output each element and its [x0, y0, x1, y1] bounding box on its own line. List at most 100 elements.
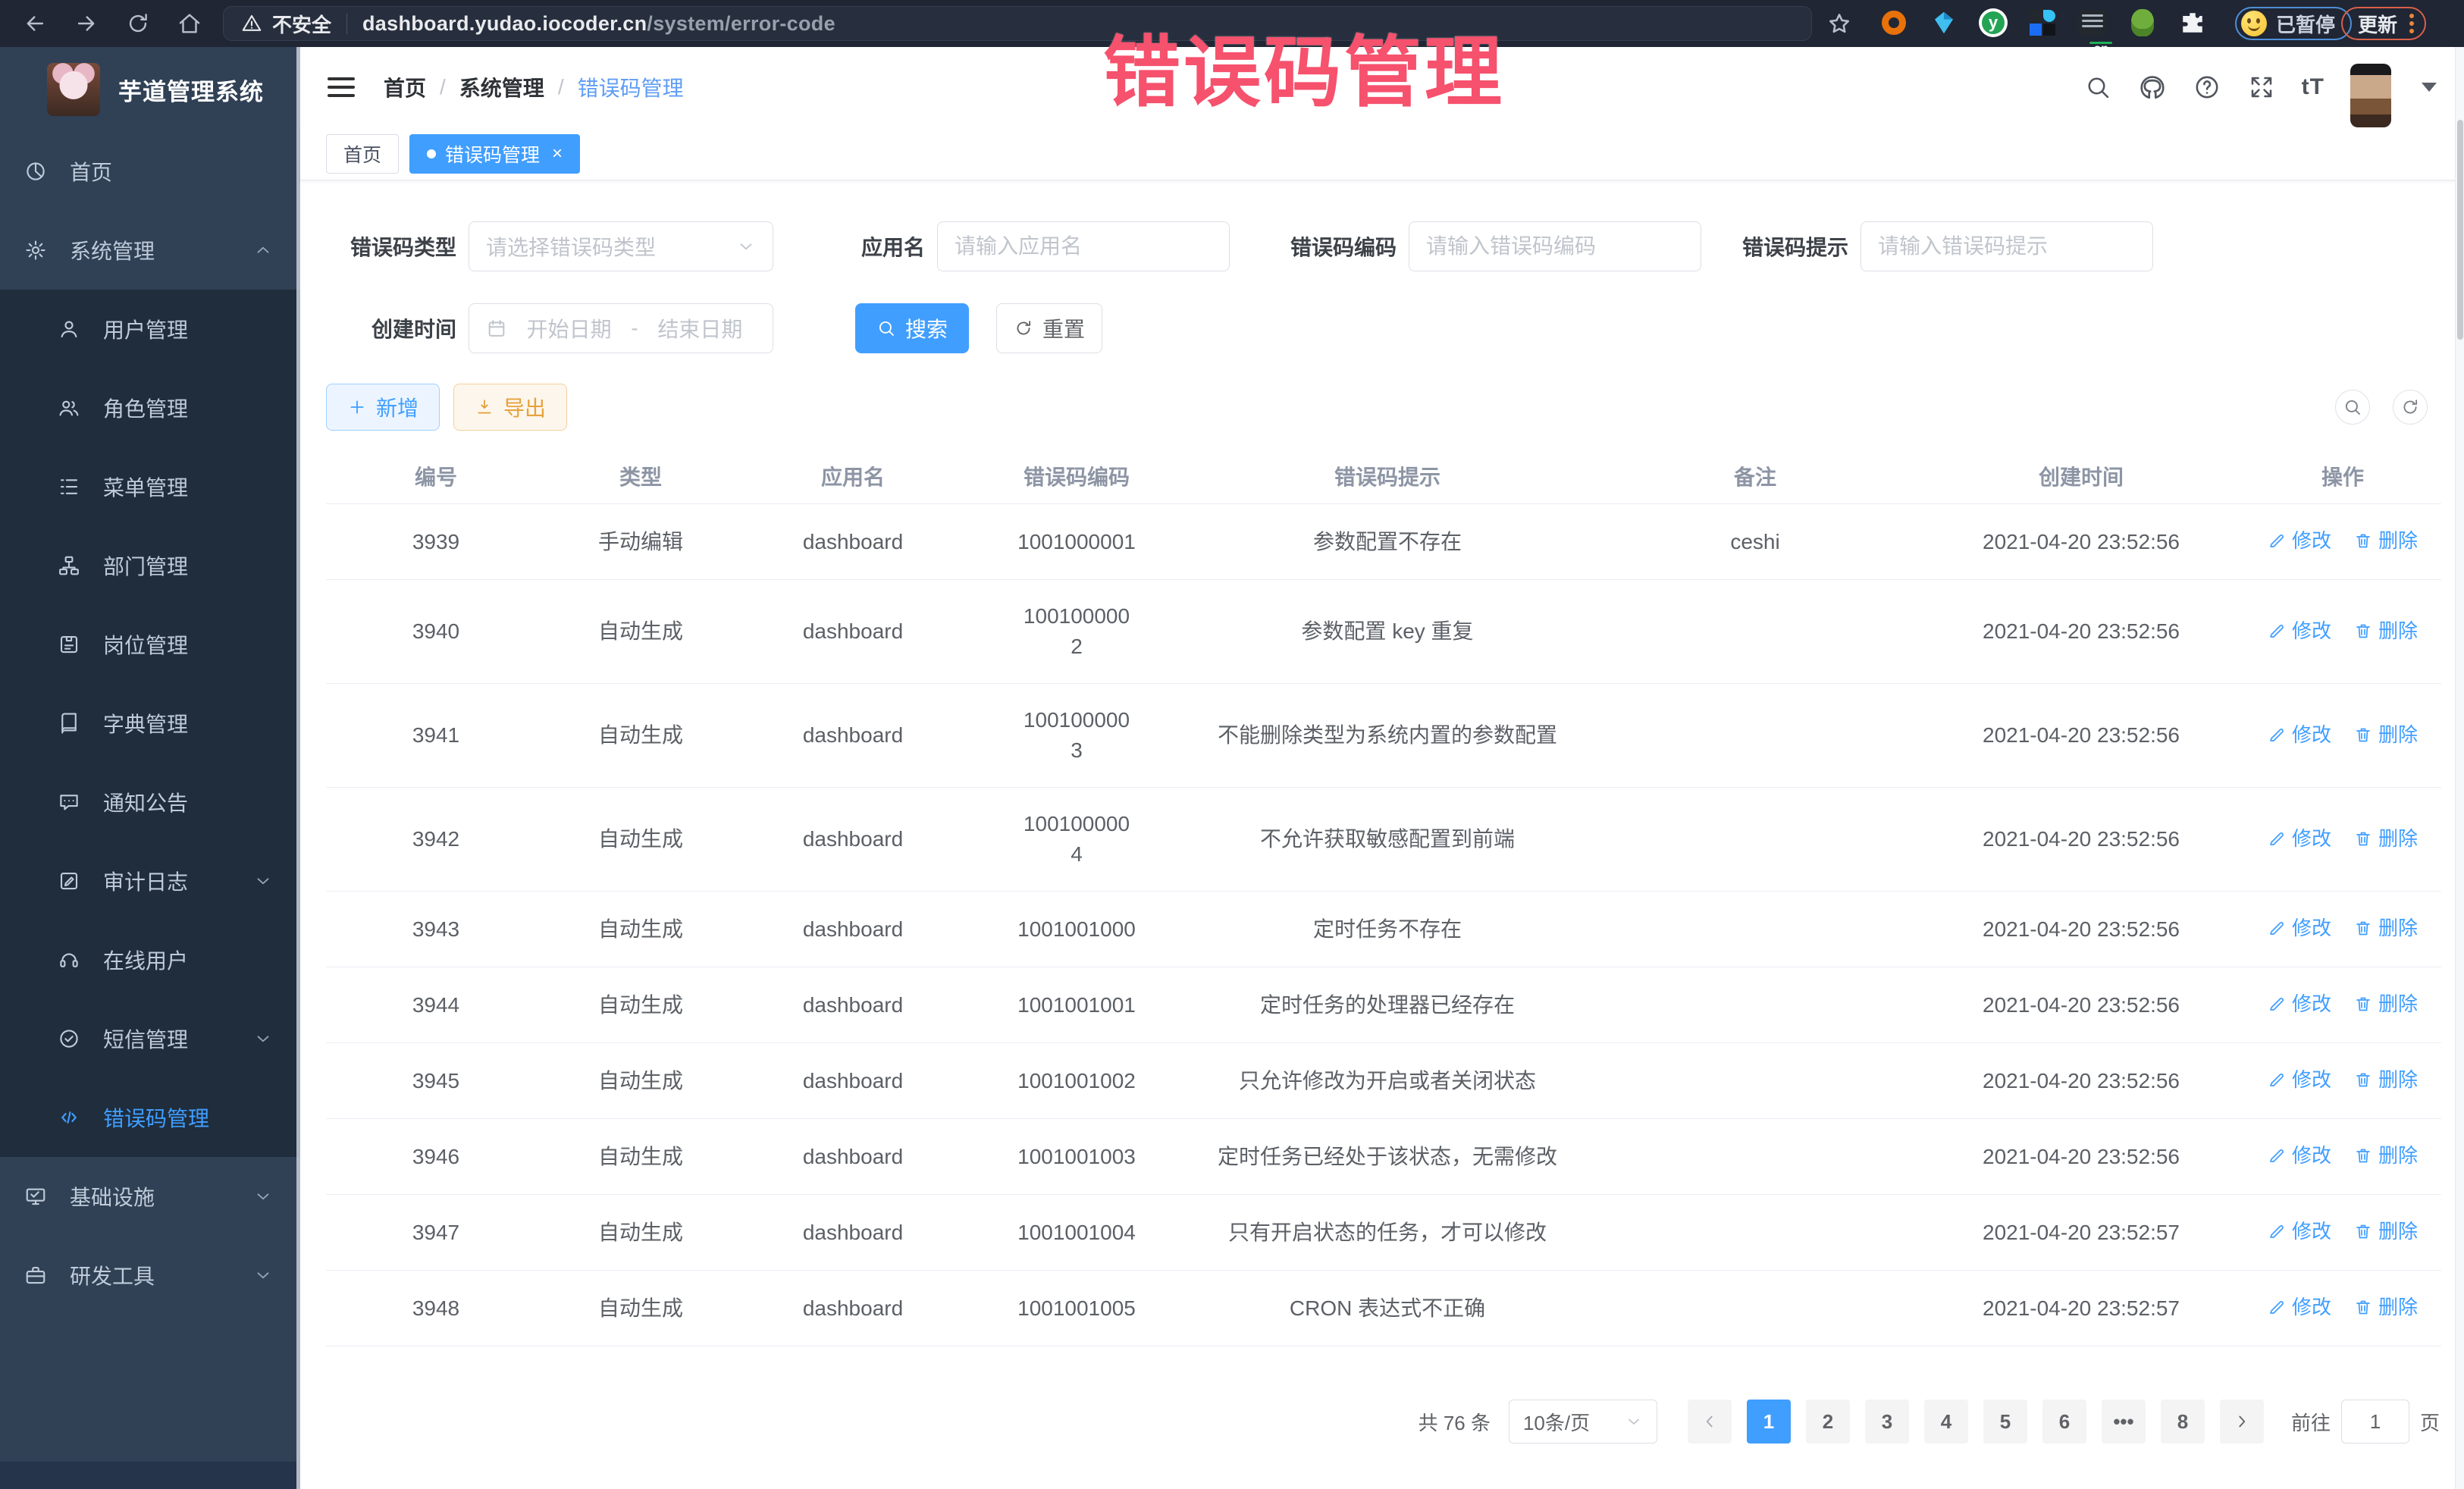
sidebar-item-menu-management[interactable]: 菜单管理 — [0, 447, 300, 526]
pager-prev-button[interactable] — [1688, 1400, 1732, 1444]
sidebar-item-notice-announcement[interactable]: 通知公告 — [0, 763, 300, 842]
edit-link[interactable]: 修改 — [2268, 913, 2331, 943]
edit-link[interactable]: 修改 — [2268, 719, 2331, 750]
sidebar-item-department-management[interactable]: 部门管理 — [0, 526, 300, 605]
sidebar-item-system-management[interactable]: 系统管理 — [0, 211, 300, 290]
sidebar-item-dict-management[interactable]: 字典管理 — [0, 684, 300, 763]
sidebar-item-audit-log[interactable]: 审计日志 — [0, 842, 300, 920]
dashboard-icon — [24, 160, 47, 183]
extensions-puzzle-icon[interactable] — [2177, 8, 2208, 38]
bookmark-star-icon[interactable] — [1826, 11, 1853, 38]
create-time-range-picker[interactable]: 开始日期 - 结束日期 — [469, 303, 773, 353]
sidebar-item-post-management[interactable]: 岗位管理 — [0, 605, 300, 684]
reset-button[interactable]: 重置 — [996, 303, 1102, 353]
delete-link[interactable]: 删除 — [2354, 1140, 2418, 1171]
cell-id: 3941 — [326, 684, 546, 788]
pager-page-6[interactable]: 6 — [2042, 1400, 2086, 1444]
extension-orange-icon[interactable] — [1879, 8, 1909, 38]
sidebar-item-infrastructure[interactable]: 基础设施 — [0, 1157, 300, 1236]
delete-link[interactable]: 删除 — [2354, 719, 2418, 750]
sidebar-item-online-users[interactable]: 在线用户 — [0, 920, 300, 999]
delete-link[interactable]: 删除 — [2354, 913, 2418, 943]
active-tab-dot — [427, 149, 436, 158]
font-size-icon[interactable]: tT — [2302, 74, 2324, 100]
scrollbar-thumb[interactable] — [2457, 120, 2463, 340]
sidebar-item-error-code-management[interactable]: 错误码管理 — [0, 1078, 300, 1157]
breadcrumb-home[interactable]: 首页 — [384, 72, 426, 102]
sidebar-collapse-icon[interactable] — [328, 77, 355, 97]
export-button[interactable]: 导出 — [453, 384, 567, 431]
extension-grid-icon[interactable] — [2027, 8, 2058, 38]
tab-home[interactable]: 首页 — [326, 134, 399, 174]
edit-link[interactable]: 修改 — [2268, 1292, 2331, 1322]
fullscreen-icon[interactable] — [2247, 73, 2276, 102]
pager-page-4[interactable]: 4 — [1924, 1400, 1968, 1444]
delete-link[interactable]: 删除 — [2354, 616, 2418, 646]
extension-green-icon[interactable] — [2127, 8, 2158, 38]
breadcrumb: 首页 / 系统管理 / 错误码管理 — [384, 72, 684, 102]
avatar-caret-icon[interactable] — [2422, 83, 2437, 92]
toggle-search-icon[interactable] — [2335, 390, 2370, 425]
browser-forward-button[interactable] — [70, 7, 103, 40]
delete-link[interactable]: 删除 — [2354, 823, 2418, 854]
error-code-input[interactable] — [1426, 234, 1684, 259]
browser-update-button[interactable]: 更新 — [2341, 7, 2426, 40]
edit-link[interactable]: 修改 — [2268, 1064, 2331, 1095]
user-avatar[interactable] — [2350, 64, 2391, 127]
sidebar-item-dev-tools[interactable]: 研发工具 — [0, 1236, 300, 1315]
breadcrumb-system[interactable]: 系统管理 — [459, 72, 544, 102]
pager-ellipsis[interactable]: ••• — [2102, 1400, 2146, 1444]
edit-link[interactable]: 修改 — [2268, 1216, 2331, 1246]
github-icon[interactable] — [2138, 73, 2167, 102]
delete-link[interactable]: 删除 — [2354, 1216, 2418, 1246]
delete-link[interactable]: 删除 — [2354, 525, 2418, 556]
browser-profile-badge[interactable]: 已暂停 — [2235, 7, 2352, 40]
browser-menu-kebab-icon[interactable] — [2409, 14, 2414, 33]
close-tab-icon[interactable]: × — [552, 143, 563, 165]
pager-page-3[interactable]: 3 — [1865, 1400, 1909, 1444]
app-name-input[interactable] — [955, 234, 1212, 259]
app-logo-row[interactable]: 芋道管理系统 — [0, 47, 300, 132]
page-url[interactable]: dashboard.yudao.iocoder.cn/system/error-… — [362, 12, 835, 36]
sidebar-item-role-management[interactable]: 角色管理 — [0, 368, 300, 447]
tab-error-code-management[interactable]: 错误码管理 × — [409, 134, 580, 174]
goto-page-input[interactable] — [2341, 1400, 2409, 1444]
add-button[interactable]: 新增 — [326, 384, 440, 431]
pager-page-1[interactable]: 1 — [1747, 1400, 1791, 1444]
error-type-select[interactable]: 请选择错误码类型 — [469, 221, 773, 271]
sidebar-item-home[interactable]: 首页 — [0, 132, 300, 211]
edit-link[interactable]: 修改 — [2268, 823, 2331, 854]
page-scrollbar[interactable] — [2455, 47, 2464, 1489]
browser-home-button[interactable] — [173, 7, 206, 40]
sidebar-item-user-management[interactable]: 用户管理 — [0, 290, 300, 368]
pager-page-2[interactable]: 2 — [1806, 1400, 1850, 1444]
delete-link[interactable]: 删除 — [2354, 989, 2418, 1019]
pager-page-5[interactable]: 5 — [1983, 1400, 2027, 1444]
page-content: 错误码类型 请选择错误码类型 应用名 错误码编码 错误码提示 创建时间 开始日期 — [300, 180, 2464, 1489]
edit-link[interactable]: 修改 — [2268, 989, 2331, 1019]
cell-code: 1001001005 — [970, 1271, 1183, 1346]
extension-gem-icon[interactable] — [1929, 8, 1959, 38]
pager-next-button[interactable] — [2220, 1400, 2264, 1444]
browser-back-button[interactable] — [18, 7, 52, 40]
sidebar-item-sms-management[interactable]: 短信管理 — [0, 999, 300, 1078]
search-icon[interactable] — [2083, 73, 2112, 102]
table-toolbar: 新增 导出 — [326, 384, 2441, 431]
edit-link[interactable]: 修改 — [2268, 1140, 2331, 1171]
pager-page-8[interactable]: 8 — [2161, 1400, 2205, 1444]
extension-list-on-icon[interactable]: on — [2077, 8, 2108, 38]
address-bar[interactable]: 不安全 dashboard.yudao.iocoder.cn/system/er… — [223, 6, 1812, 41]
delete-link[interactable]: 删除 — [2354, 1064, 2418, 1095]
help-icon[interactable] — [2193, 73, 2221, 102]
edit-link[interactable]: 修改 — [2268, 525, 2331, 556]
extension-y-icon[interactable]: y — [1979, 8, 2008, 37]
delete-link[interactable]: 删除 — [2354, 1292, 2418, 1322]
page-size-select[interactable]: 10条/页 — [1509, 1400, 1657, 1444]
search-button[interactable]: 搜索 — [855, 303, 969, 353]
cell-create-time: 2021-04-20 23:52:56 — [1918, 1043, 2244, 1119]
security-label[interactable]: 不安全 — [272, 10, 331, 38]
edit-link[interactable]: 修改 — [2268, 616, 2331, 646]
browser-reload-button[interactable] — [121, 7, 155, 40]
error-msg-input[interactable] — [1878, 234, 2136, 259]
refresh-table-icon[interactable] — [2393, 390, 2428, 425]
